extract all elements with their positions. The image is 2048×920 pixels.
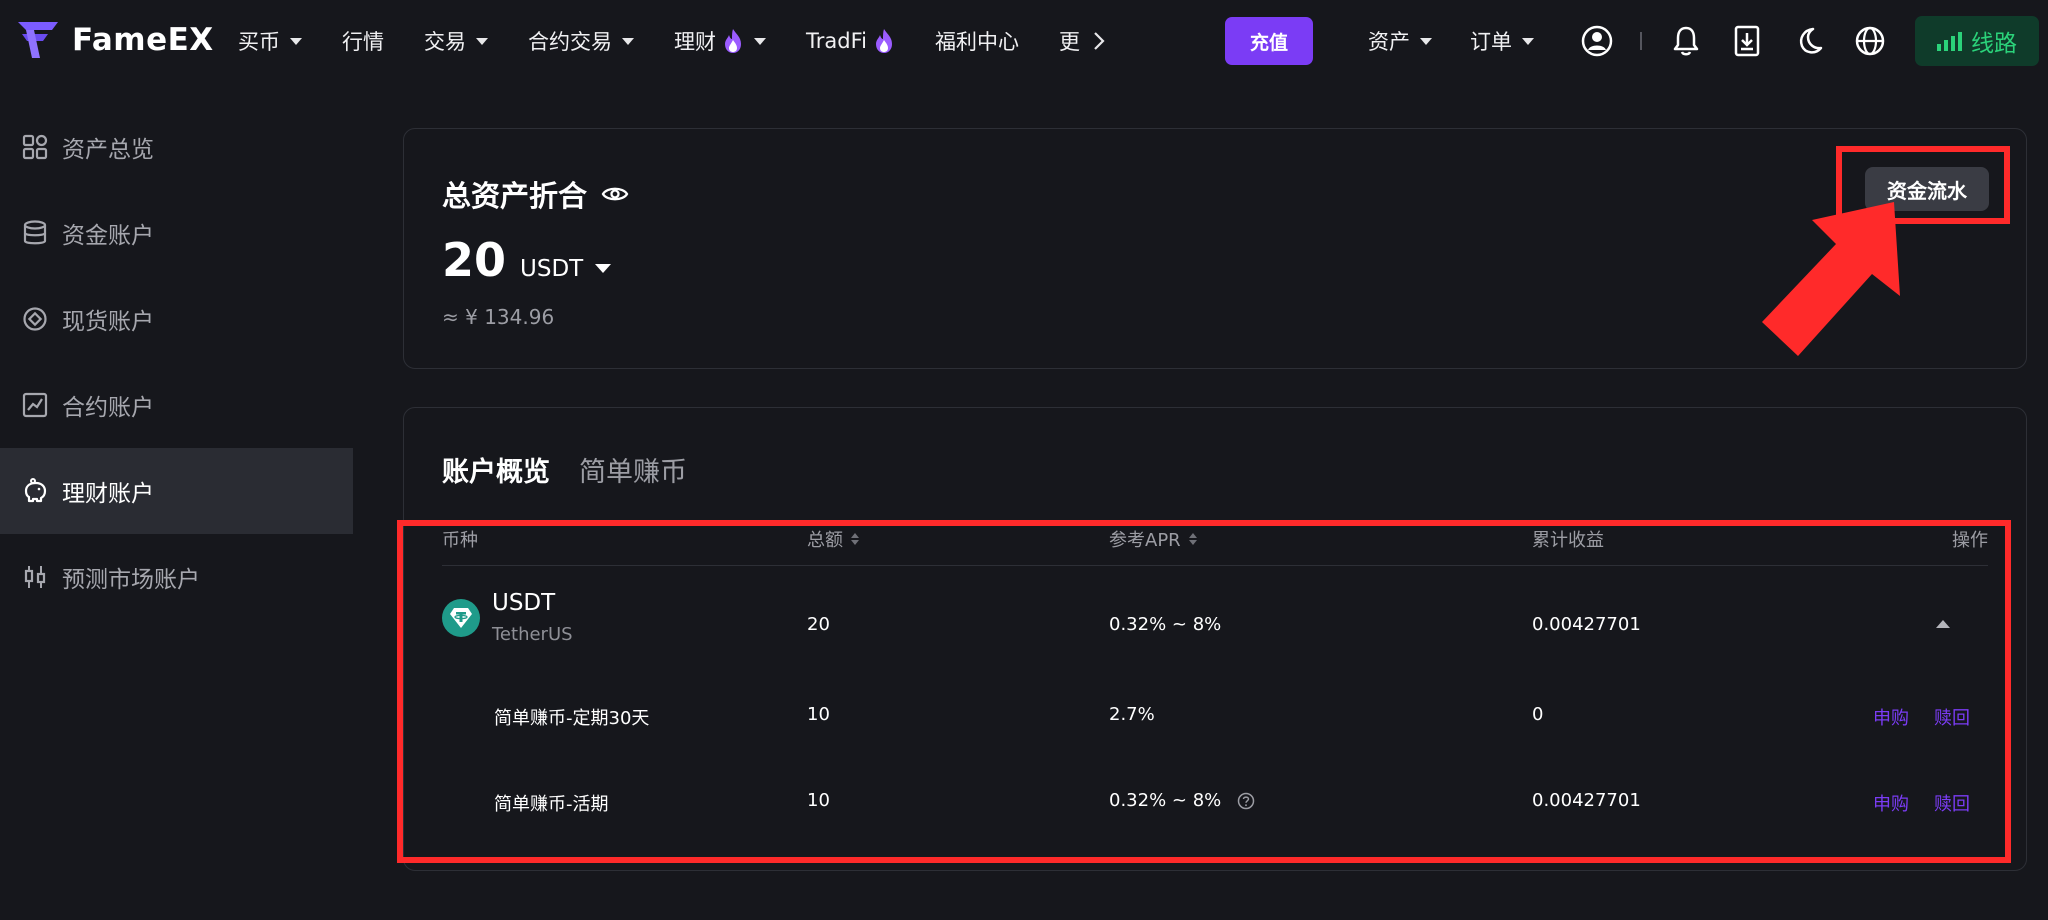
- divider: [1640, 32, 1642, 50]
- nav-trade[interactable]: 交易: [424, 26, 488, 56]
- nav-label: 行情: [342, 30, 384, 54]
- chart-icon: [22, 392, 48, 418]
- sidebar-item-label: 资产总览: [62, 137, 154, 163]
- brand-name: FameEX: [72, 22, 214, 58]
- sidebar-item-funding-account[interactable]: 资金账户: [0, 190, 354, 276]
- download-button[interactable]: [1728, 22, 1766, 60]
- chevron-down-icon: [1420, 37, 1432, 45]
- nav-orders[interactable]: 订单: [1470, 26, 1534, 56]
- globe-icon: [1855, 26, 1885, 56]
- nav-futures[interactable]: 合约交易: [528, 26, 634, 56]
- tab-account-overview[interactable]: 账户概览: [442, 450, 550, 489]
- fire-icon: [875, 29, 892, 53]
- tab-simple-earn[interactable]: 简单赚币: [579, 450, 687, 489]
- grid-icon: [22, 134, 48, 160]
- download-icon: [1734, 25, 1760, 57]
- nav-tradfi[interactable]: TradFi: [806, 28, 895, 54]
- user-icon: [1581, 25, 1613, 57]
- nav-label: 福利中心: [934, 30, 1019, 54]
- nav-earn[interactable]: 理财: [674, 26, 766, 56]
- language-button[interactable]: [1851, 22, 1889, 60]
- fameex-logo-icon: [18, 22, 58, 58]
- nav-label: 订单: [1470, 30, 1512, 54]
- nav-label: 交易: [424, 30, 466, 54]
- nav-label: TradFi: [806, 29, 867, 53]
- nav-rewards-center[interactable]: 福利中心: [935, 26, 1019, 56]
- highlight-box-account-table: [397, 520, 2011, 863]
- sidebar-item-label: 现货账户: [62, 309, 154, 335]
- chevron-right-icon: [1094, 32, 1105, 50]
- sidebar-item-label: 合约账户: [62, 395, 154, 421]
- logo[interactable]: FameEX: [18, 20, 214, 60]
- spot-icon: [23, 307, 47, 331]
- piggy-icon: [24, 478, 47, 503]
- signal-icon: [1937, 32, 1962, 51]
- deposit-button[interactable]: 充值: [1225, 17, 1313, 65]
- notifications-button[interactable]: [1667, 22, 1705, 60]
- nav-label: 买币: [238, 30, 280, 54]
- sidebar-item-label: 资金账户: [62, 223, 154, 249]
- sidebar-item-prediction-market-account[interactable]: 预测市场账户: [0, 534, 354, 620]
- page-title: 总资产折合: [442, 179, 588, 213]
- network-line-button[interactable]: 线路: [1915, 16, 2039, 66]
- chevron-down-icon: [1522, 37, 1534, 45]
- total-assets-amount: 20: [442, 233, 507, 287]
- nav-label: 资产: [1368, 30, 1410, 54]
- sidebar-item-spot-account[interactable]: 现货账户: [0, 276, 354, 362]
- sidebar-item-futures-account[interactable]: 合约账户: [0, 362, 354, 448]
- nav-label: 更: [1058, 30, 1080, 54]
- fire-icon: [725, 29, 741, 53]
- bell-icon: [1673, 26, 1699, 56]
- nav-markets[interactable]: 行情: [342, 26, 384, 56]
- arrow-icon: [1762, 202, 1900, 356]
- currency-label: USDT: [520, 256, 584, 282]
- sidebar-item-label: 理财账户: [62, 481, 154, 507]
- currency-selector[interactable]: USDT: [520, 256, 612, 282]
- right-nav: 资产 订单: [1368, 0, 1572, 82]
- chevron-down-icon: [622, 37, 634, 45]
- sidebar-item-earn-account[interactable]: 理财账户: [0, 448, 353, 534]
- total-assets-cny: ≈ ¥ 134.96: [442, 305, 555, 329]
- nav-more[interactable]: 更: [1059, 26, 1106, 56]
- caret-down-icon: [595, 264, 612, 273]
- total-assets-title: 总资产折合: [442, 173, 629, 215]
- nav-buy-crypto[interactable]: 买币: [238, 26, 302, 56]
- nav-label: 理财: [674, 30, 716, 54]
- chevron-down-icon: [754, 37, 766, 45]
- chevron-down-icon: [476, 37, 488, 45]
- total-assets-value: 20 USDT: [442, 233, 612, 287]
- nav-label: 合约交易: [528, 30, 612, 54]
- moon-icon: [1799, 27, 1823, 54]
- sidebar-item-asset-overview[interactable]: 资产总览: [0, 104, 354, 190]
- chevron-down-icon: [290, 37, 302, 45]
- nav-assets[interactable]: 资产: [1368, 26, 1432, 56]
- top-nav: FameEX 买币 行情 交易 合约交易 理财 TradFi 福利中心 更 充值…: [0, 0, 2048, 82]
- eye-icon[interactable]: [601, 184, 629, 204]
- sidebar: 资产总览 资金账户 现货账户 合约账户 理财账户 预测市场账户: [0, 104, 354, 620]
- database-icon: [23, 220, 47, 245]
- theme-toggle[interactable]: [1790, 22, 1828, 60]
- sidebar-item-label: 预测市场账户: [62, 567, 200, 593]
- candles-icon: [24, 566, 46, 588]
- user-button[interactable]: [1578, 22, 1616, 60]
- main-nav: 买币 行情 交易 合约交易 理财 TradFi 福利中心 更: [238, 0, 1146, 82]
- line-label: 线路: [1971, 31, 2017, 57]
